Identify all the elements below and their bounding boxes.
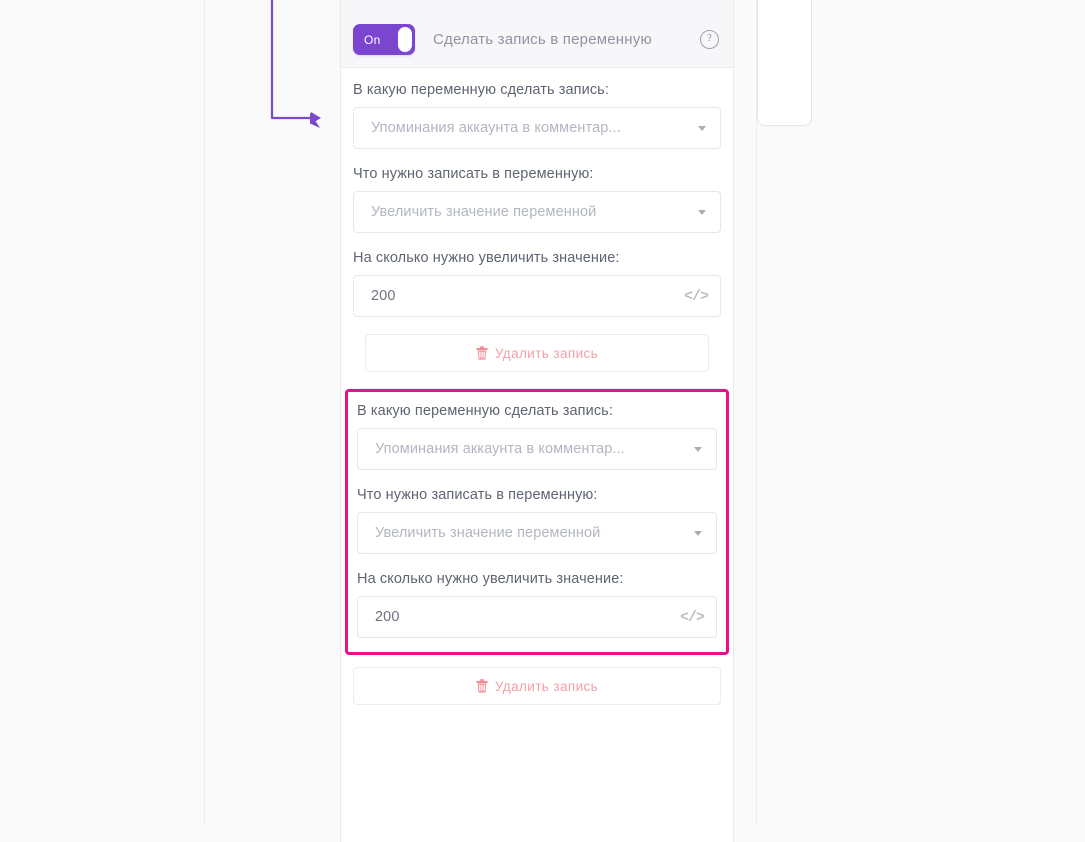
node-card-body: В какую переменную сделать запись: Упоми… [341,68,733,705]
delete-record-label: Удалить запись [494,345,599,361]
variable-record-block-highlighted: В какую переменную сделать запись: Упоми… [345,389,729,655]
toggle-knob [398,27,412,52]
canvas-lane-divider [756,0,757,824]
form-field: В какую переменную сделать запись: Упоми… [353,82,721,149]
chevron-down-icon [694,446,702,452]
action-select[interactable]: Увеличить значение переменной [353,191,721,233]
form-field: На сколько нужно увеличить значение: 200… [357,571,717,638]
delete-record-button[interactable]: Удалить запись [353,667,721,705]
variable-record-block: В какую переменную сделать запись: Упоми… [341,68,733,382]
field-label: На сколько нужно увеличить значение: [353,250,620,266]
field-label: Что нужно записать в переменную: [357,487,598,503]
variable-select[interactable]: Упоминания аккаунта в комментар... [357,428,717,470]
select-value: Упоминания аккаунта в комментар... [371,120,621,136]
field-label: В какую переменную сделать запись: [353,82,609,98]
input-value: 200 [371,288,396,304]
flow-connector [270,0,321,128]
field-label: Что нужно записать в переменную: [353,166,594,182]
select-value: Увеличить значение переменной [375,525,601,541]
delete-record-button[interactable]: Удалить запись [365,334,709,372]
node-card-header: On Сделать запись в переменную ? [341,0,733,68]
increment-amount-input[interactable]: 200 </> [353,275,721,317]
chevron-down-icon [698,209,706,215]
select-value: Упоминания аккаунта в комментар... [375,441,625,457]
trash-icon [476,679,488,693]
code-icon[interactable]: </> [680,609,705,626]
variable-select[interactable]: Упоминания аккаунта в комментар... [353,107,721,149]
code-icon[interactable]: </> [684,288,709,305]
adjacent-node-card[interactable] [757,0,812,126]
canvas-lane-divider [204,0,205,824]
delete-record-label: Удалить запись [494,678,599,694]
toggle-state-label: On [364,32,381,47]
flow-canvas[interactable]: On Сделать запись в переменную ? В какую… [0,0,1085,842]
input-value: 200 [375,609,400,625]
question-mark-circle-icon[interactable]: ? [700,30,719,49]
field-label: В какую переменную сделать запись: [357,403,613,419]
node-title: Сделать запись в переменную [433,31,652,48]
chevron-down-icon [698,125,706,131]
increment-amount-input[interactable]: 200 </> [357,596,717,638]
form-field: В какую переменную сделать запись: Упоми… [357,403,717,470]
node-card[interactable]: On Сделать запись в переменную ? В какую… [340,0,734,842]
form-field: Что нужно записать в переменную: Увеличи… [357,487,717,554]
field-label: На сколько нужно увеличить значение: [357,571,624,587]
form-field: На сколько нужно увеличить значение: 200… [353,250,721,317]
action-select[interactable]: Увеличить значение переменной [357,512,717,554]
select-value: Увеличить значение переменной [371,204,597,220]
enable-toggle[interactable]: On [353,24,415,55]
chevron-down-icon [694,530,702,536]
form-field: Что нужно записать в переменную: Увеличи… [353,166,721,233]
trash-icon [476,346,488,360]
